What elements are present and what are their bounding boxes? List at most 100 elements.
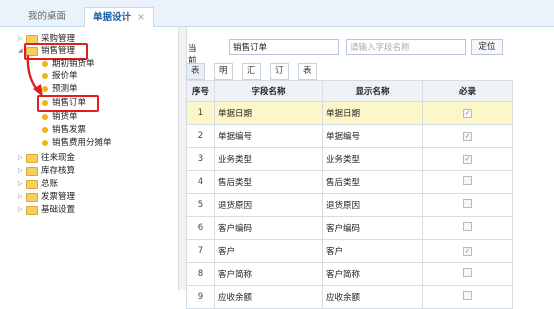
tree-leaf-expense-allocation[interactable]: 销售费用分摊单	[42, 137, 112, 149]
row-number: 3	[186, 147, 215, 171]
bill-field[interactable]: 销售订单	[229, 39, 339, 55]
folder-icon	[26, 206, 38, 215]
tab-summary[interactable]: 汇总	[242, 63, 261, 91]
column-header-no: 序号	[186, 80, 215, 102]
red-arrow-annotation	[26, 54, 43, 97]
row-number: 2	[186, 124, 215, 148]
required-cell: ✓	[422, 239, 513, 263]
tree-node-basic-settings[interactable]: ▷ 基础设置	[18, 204, 75, 216]
tree-node-label: 库存核算	[41, 166, 76, 176]
tree-leaf-sales-invoice[interactable]: 销售发票	[42, 124, 86, 136]
required-checkbox[interactable]	[463, 268, 472, 277]
locate-button[interactable]: 定位	[471, 39, 503, 55]
tree-node-label: 总账	[41, 179, 59, 189]
tree-node-inventory[interactable]: ▷ 库存核算	[18, 165, 75, 177]
tab-home-label: 我的桌面	[28, 11, 67, 22]
folder-icon	[26, 167, 38, 176]
table-row[interactable]: 3 业务类型 业务类型 ✓	[186, 147, 513, 171]
field-name-cell: 单据日期	[214, 101, 323, 125]
row-number: 1	[186, 101, 215, 125]
folder-icon	[26, 193, 38, 202]
column-header-display-name: 显示名称	[322, 80, 423, 102]
folder-icon	[26, 180, 38, 189]
tab-header[interactable]: 表头	[186, 63, 205, 91]
display-name-cell[interactable]: 售后类型	[322, 170, 423, 194]
tab-bill-design-label: 单据设计	[93, 12, 132, 23]
required-checkbox: ✓	[463, 247, 472, 256]
table-row[interactable]: 4 售后类型 售后类型	[186, 170, 513, 194]
table-row[interactable]: 5 退货原因 退货原因	[186, 193, 513, 217]
required-cell	[422, 285, 513, 309]
top-tab-bar: 我的桌面 单据设计 ×	[0, 0, 554, 27]
display-name-cell[interactable]: 客户编码	[322, 216, 423, 240]
tree-node-label: 发票管理	[41, 192, 76, 202]
field-name-cell: 客户编码	[214, 216, 323, 240]
required-cell	[422, 262, 513, 286]
tree-leaf-label: 销售发票	[52, 125, 87, 135]
required-cell: ✓	[422, 147, 513, 171]
leaf-icon	[42, 127, 48, 133]
expand-icon[interactable]: ▷	[18, 152, 25, 164]
required-checkbox[interactable]	[463, 199, 472, 208]
tree-leaf-label: 预测单	[52, 84, 78, 94]
display-name-cell[interactable]: 单据编号	[322, 124, 423, 148]
table-row[interactable]: 8 客户简称 客户简称	[186, 262, 513, 286]
field-name-cell: 客户	[214, 239, 323, 263]
tab-deposit[interactable]: 订金	[270, 63, 289, 91]
display-name-cell[interactable]: 客户简称	[322, 262, 423, 286]
expand-icon[interactable]: ▷	[18, 204, 25, 216]
folder-icon	[26, 154, 38, 163]
row-number: 8	[186, 262, 215, 286]
close-icon[interactable]: ×	[137, 12, 145, 23]
field-search-input[interactable]: 请输入字段名称	[346, 39, 466, 55]
display-name-cell[interactable]: 客户	[322, 239, 423, 263]
expand-icon[interactable]: ▷	[18, 191, 25, 203]
leaf-icon	[42, 114, 48, 120]
required-cell	[422, 170, 513, 194]
tab-footer[interactable]: 表尾	[298, 63, 317, 91]
display-name-cell[interactable]: 业务类型	[322, 147, 423, 171]
required-checkbox: ✓	[463, 155, 472, 164]
required-cell: ✓	[422, 124, 513, 148]
required-checkbox[interactable]	[463, 291, 472, 300]
tree-leaf-label: 期初销货单	[52, 59, 95, 69]
tree-leaf-label: 报价单	[52, 71, 78, 81]
row-number: 6	[186, 216, 215, 240]
display-name-cell[interactable]: 退货原因	[322, 193, 423, 217]
field-name-cell: 单据编号	[214, 124, 323, 148]
expand-icon[interactable]: ▷	[18, 178, 25, 190]
field-name-cell: 退货原因	[214, 193, 323, 217]
design-panel: 当前单据 销售订单 请输入字段名称 定位 表头 明细 汇总 订金 表尾 序号 字…	[186, 27, 554, 309]
row-number: 7	[186, 239, 215, 263]
expand-icon[interactable]: ▷	[18, 165, 25, 177]
required-checkbox[interactable]	[463, 222, 472, 231]
row-number: 5	[186, 193, 215, 217]
tab-detail[interactable]: 明细	[214, 63, 233, 91]
tree-leaf-delivery[interactable]: 销货单	[42, 111, 78, 123]
column-header-field-name: 字段名称	[214, 80, 323, 102]
table-row[interactable]: 1 单据日期 单据日期 ✓	[186, 101, 513, 125]
tab-bill-design[interactable]: 单据设计 ×	[84, 7, 154, 27]
module-tree: ▷ 采购管理 ◢ 销售管理 期初销货单 报价单 预测单 销售订单 销货单 销售发票 …	[0, 27, 178, 290]
required-checkbox: ✓	[463, 109, 472, 118]
field-name-cell: 应收余额	[214, 285, 323, 309]
display-name-cell[interactable]: 单据日期	[322, 101, 423, 125]
display-name-cell[interactable]: 应收余额	[322, 285, 423, 309]
tab-home[interactable]: 我的桌面	[20, 7, 74, 26]
tree-node-cash[interactable]: ▷ 往来现金	[18, 152, 75, 164]
row-number: 4	[186, 170, 215, 194]
table-row[interactable]: 2 单据编号 单据编号 ✓	[186, 124, 513, 148]
table-header-row: 序号 字段名称 显示名称 必录	[186, 80, 513, 102]
column-header-required: 必录	[422, 80, 513, 102]
tree-node-label: 往来现金	[41, 153, 76, 163]
table-row[interactable]: 7 客户 客户 ✓	[186, 239, 513, 263]
required-checkbox[interactable]	[463, 176, 472, 185]
required-checkbox: ✓	[463, 132, 472, 141]
table-row[interactable]: 6 客户编码 客户编码	[186, 216, 513, 240]
tree-node-ledger[interactable]: ▷ 总账	[18, 178, 58, 190]
tree-leaf-label: 销货单	[52, 112, 78, 122]
table-row[interactable]: 9 应收余额 应收余额	[186, 285, 513, 309]
required-cell	[422, 216, 513, 240]
field-table: 序号 字段名称 显示名称 必录 1 单据日期 单据日期 ✓ 2 单据编号 单据编…	[186, 80, 513, 309]
tree-node-invoice-mgmt[interactable]: ▷ 发票管理	[18, 191, 75, 203]
